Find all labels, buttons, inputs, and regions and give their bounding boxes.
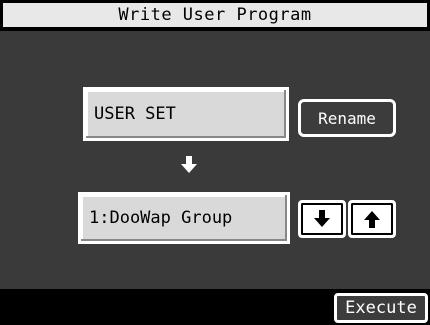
program-down-button[interactable] [298,200,346,238]
rename-button-label: Rename [318,108,376,128]
execute-button[interactable]: Execute [334,293,428,323]
arrow-up-icon [364,211,380,228]
screen-title-text: Write User Program [118,5,312,25]
flow-down-arrow-icon [178,154,200,176]
user-set-label: USER SET [94,104,176,124]
execute-button-label: Execute [345,298,417,318]
rename-button[interactable]: Rename [298,99,396,137]
program-up-button[interactable] [348,200,396,238]
screen-title: Write User Program [2,2,428,28]
main-panel [0,31,430,289]
program-value: 1:DooWap Group [89,208,233,228]
program-select-field[interactable]: 1:DooWap Group [78,192,290,244]
user-set-field[interactable]: USER SET [83,87,289,141]
arrow-down-icon [314,210,330,227]
